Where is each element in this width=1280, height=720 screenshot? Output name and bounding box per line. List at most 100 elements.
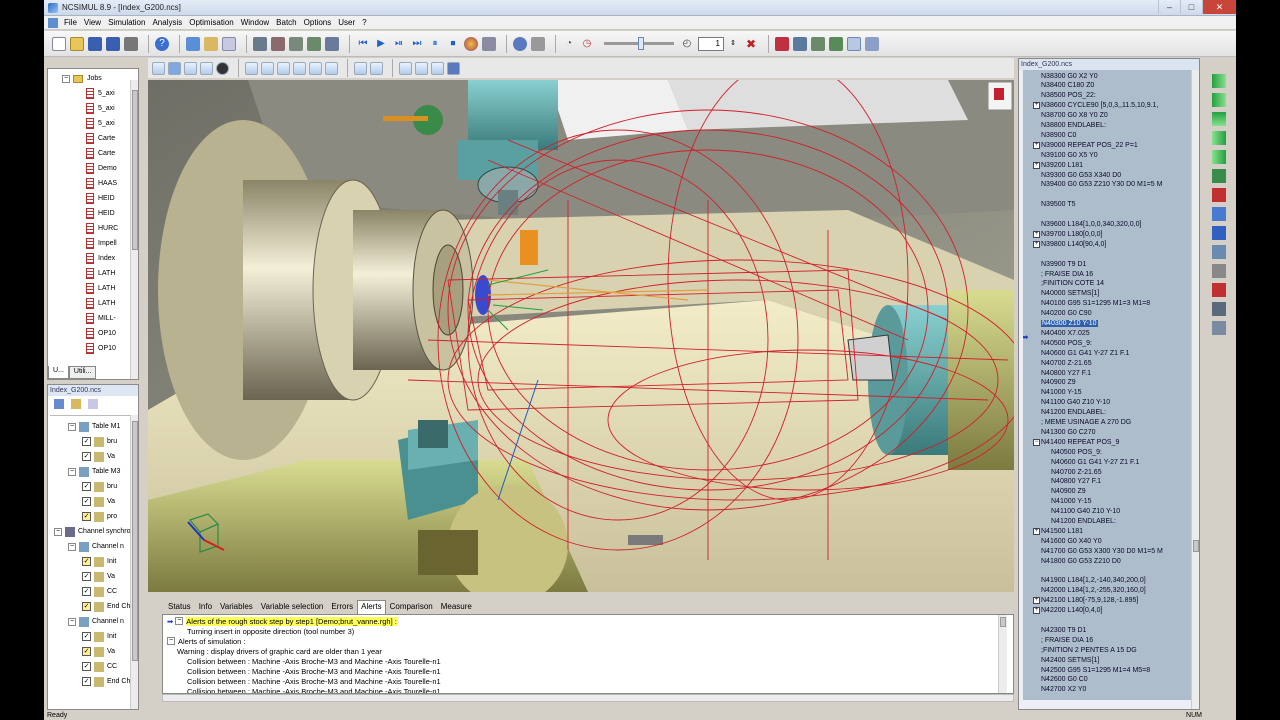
tree-item[interactable]: ✓ CC [82,584,117,599]
tree-item[interactable]: ✓ End Ch [82,674,130,689]
bookmark-icon[interactable] [1212,188,1226,202]
probe-icon[interactable] [531,36,545,51]
tree-item[interactable]: − Table M1 [68,419,120,434]
orbit-icon[interactable] [513,36,527,51]
nc-code-line[interactable]: N40900 Z9 [1041,378,1076,388]
tool-icon[interactable] [253,36,267,51]
spin-arrows-icon[interactable]: ⇕ [726,37,740,51]
view-top-icon[interactable] [277,61,290,75]
list-icon[interactable] [88,399,98,409]
nc-code-line[interactable]: ; MEME USINAGE A 270 DG [1041,418,1131,428]
stop-tools-icon[interactable]: ✖ [744,37,758,51]
visibility-checkbox[interactable]: ✓ [82,677,91,686]
visibility-checkbox[interactable]: ✓ [82,497,91,506]
nc-code-line[interactable]: − N41400 REPEAT POS_9 [1033,437,1119,447]
tool-green2-icon[interactable] [829,36,843,51]
job-item[interactable]: Carte [86,131,115,146]
collapse-icon[interactable]: − [62,74,70,83]
edit-code-icon[interactable] [1212,169,1226,183]
tool-settings-icon[interactable] [325,36,339,51]
collapse-icon[interactable]: − [68,422,76,431]
close-button[interactable]: ✕ [1202,0,1236,14]
nc-code-line[interactable]: N40300 Z10 Y-10 [1041,319,1098,329]
speed-gauge-icon[interactable]: ◷ [580,37,594,51]
nc-code-line[interactable]: N40000 SETMS[1] [1041,289,1099,299]
help-icon[interactable]: ? [155,36,169,51]
nc-code-line[interactable]: N40600 G1 G41 Y-27 Z1 F.1 [1041,348,1129,358]
nc-code-line[interactable]: N38500 POS_22: [1041,91,1096,101]
visibility-checkbox[interactable]: ✓ [82,572,91,581]
visibility-checkbox[interactable]: ✓ [82,512,91,521]
nc-code-line[interactable]: N39500 T5 [1041,200,1076,210]
nc-code-line[interactable]: N39600 L184[1,0,0,340,320,0,0] [1041,220,1141,230]
visibility-checkbox[interactable]: ✓ [82,647,91,656]
menu-help[interactable]: ? [362,18,366,27]
job-item[interactable]: HAAS [86,176,117,191]
job-item[interactable]: MILL- [86,311,116,326]
job-icon[interactable] [71,399,81,409]
scroll-thumb[interactable] [1000,617,1006,627]
job-item[interactable]: Impell [86,236,117,251]
view-left-icon[interactable] [293,61,306,75]
menu-simulation[interactable]: Simulation [108,18,145,27]
speed-dial-icon[interactable]: ◔ [562,37,576,51]
tab-alerts[interactable]: Alerts [357,600,386,614]
job-icon[interactable] [204,36,218,51]
scroll-thumb[interactable] [132,421,138,661]
tree-item[interactable]: ✓ CC [82,659,117,674]
nc-code-line[interactable]: N39100 G0 X5 Y0 [1041,150,1098,160]
expand-block-icon[interactable]: + [1033,161,1040,169]
tab-utilities[interactable]: Utili... [68,366,97,379]
nc-code-line[interactable]: N40100 G95 S1=1295 M1=3 M1=8 [1041,299,1150,309]
tool-add-icon[interactable] [289,36,303,51]
code-scrollbar[interactable] [1191,70,1199,709]
job-item[interactable]: LATH [86,266,115,281]
menu-analysis[interactable]: Analysis [152,18,182,27]
nc-code-line[interactable]: ; FRAISE DIA 16 [1041,635,1093,645]
speed-slider-knob[interactable] [638,37,644,50]
zoom-out-icon[interactable] [354,61,367,75]
tree-item[interactable]: − Channel n [68,539,124,554]
scroll-thumb[interactable] [132,90,138,250]
menu-optimisation[interactable]: Optimisation [189,18,233,27]
sphere-icon[interactable] [216,61,229,75]
view-right-icon[interactable] [309,61,322,75]
cylinder-icon[interactable] [431,61,444,75]
job-item[interactable]: Index [86,251,115,266]
nc-code-line[interactable]: N40600 G1 G41 Y-27 Z1 F.1 [1051,457,1139,467]
select-icon[interactable] [152,61,165,75]
zoom-in-icon[interactable] [370,61,383,75]
nc-code-line[interactable]: + N39700 L180[0,0,0] [1033,229,1103,239]
collapse-icon[interactable]: − [68,467,76,476]
rotate-icon[interactable] [184,61,197,75]
tab-status[interactable]: Status [164,600,195,614]
menu-file[interactable]: File [64,18,77,27]
nc-code-line[interactable]: N41000 Y-15 [1051,497,1091,507]
expand-block-icon[interactable]: + [1033,240,1040,248]
expand-block-icon[interactable]: + [1033,597,1040,605]
job-item[interactable]: LATH [86,296,115,311]
visibility-checkbox[interactable]: ✓ [82,437,91,446]
stop-icon[interactable]: ⏹ [446,37,460,51]
job-item[interactable]: 5_axi [86,86,115,101]
cut-icon[interactable] [482,36,496,51]
stock-icon[interactable] [464,36,478,51]
nc-code-line[interactable]: ;FINITION COTE 14 [1041,279,1104,289]
print-icon[interactable] [124,36,138,51]
visibility-checkbox[interactable]: ✓ [82,482,91,491]
visibility-checkbox[interactable]: ✓ [82,452,91,461]
rewind-icon[interactable]: ⏮ [356,37,370,51]
tree-item[interactable]: ✓ bru [82,479,117,494]
expand-icon[interactable] [1212,112,1226,126]
axis-icon[interactable] [168,61,181,75]
menu-view[interactable]: View [84,18,101,27]
nc-code-line[interactable]: + N38600 CYCLE90 [5,0,3,,11.5,10,9.1, [1033,101,1158,111]
tree-item[interactable]: − Channel n [68,614,124,629]
expand-block-icon[interactable]: − [1033,438,1040,446]
search-code-icon[interactable] [1212,207,1226,221]
zoom-window-icon[interactable] [847,36,861,51]
nc-code-list[interactable]: ➡ N38300 G0 X2 Y0 N38400 C180 Z0 N38500 PO… [1023,70,1199,700]
nc-code-line[interactable]: N38800 ENDLABEL: [1041,121,1106,131]
nc-code-line[interactable]: N42400 SETMS[1] [1041,655,1099,665]
job-item[interactable]: HEID [86,206,115,221]
